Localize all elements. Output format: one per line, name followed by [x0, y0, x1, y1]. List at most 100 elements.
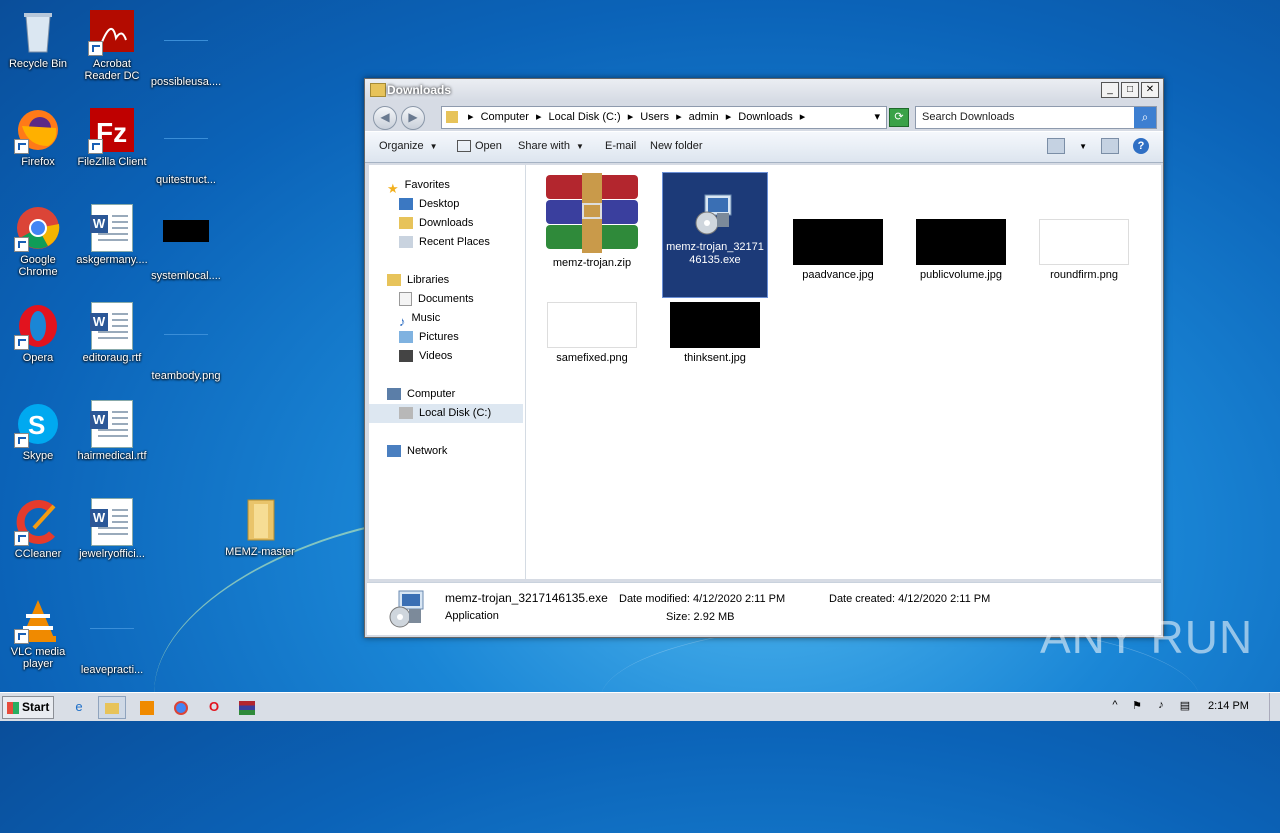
- shortcut-arrow-icon: [14, 237, 29, 252]
- email-button[interactable]: E-mail: [605, 140, 636, 152]
- nav-documents[interactable]: Documents: [399, 290, 474, 309]
- show-desktop-button[interactable]: [1269, 693, 1280, 721]
- desktop-icon-chrome[interactable]: Google Chrome: [0, 204, 76, 278]
- navigation-pane: ★ Favorites Desktop Downloads Recent Plac…: [369, 165, 526, 579]
- desktop-icon-skype[interactable]: S Skype: [0, 400, 76, 462]
- desktop-icon-recycle-bin[interactable]: Recycle Bin: [0, 8, 76, 70]
- start-button[interactable]: Start: [2, 696, 54, 719]
- explorer-taskbar-icon[interactable]: [98, 696, 126, 719]
- title-bar[interactable]: Downloads _ □ ✕: [365, 79, 1163, 101]
- nav-favorites[interactable]: ★ Favorites: [387, 176, 450, 196]
- desktop-icon-jewelryoffici[interactable]: jewelryoffici...: [74, 498, 150, 560]
- word-document-icon: [90, 302, 133, 350]
- chevron-down-icon[interactable]: ▼: [1079, 142, 1087, 151]
- search-input[interactable]: Search Downloads ⌕: [915, 106, 1157, 129]
- desktop-icon-editoraug[interactable]: editoraug.rtf: [74, 302, 150, 364]
- file-item-memz-trojan-exe[interactable]: memz-trojan_3217146135.exe: [662, 172, 768, 298]
- nav-downloads[interactable]: Downloads: [399, 214, 473, 233]
- pictures-icon: [399, 331, 413, 344]
- desktop-icon-filezilla[interactable]: Fz FileZilla Client: [74, 106, 150, 168]
- installer-icon: [385, 587, 429, 634]
- nav-music[interactable]: ♪ Music: [399, 309, 440, 329]
- details-size: Size: 2.92 MB: [666, 611, 735, 623]
- back-button[interactable]: ◀: [373, 106, 397, 130]
- desktop-icon-firefox[interactable]: Firefox: [0, 106, 76, 168]
- open-icon: [457, 140, 471, 153]
- address-bar[interactable]: ▸ Computer ▸ Local Disk (C:) ▸ Users ▸ a…: [441, 106, 887, 129]
- installer-icon: [691, 189, 739, 237]
- breadcrumb-downloads[interactable]: Downloads: [738, 111, 792, 123]
- skype-icon: S: [14, 400, 62, 448]
- nav-pictures[interactable]: Pictures: [399, 328, 459, 347]
- desktop-icon-possibleusa[interactable]: possibleusa....: [148, 8, 224, 88]
- opera-icon: [14, 302, 62, 350]
- preview-pane-icon[interactable]: [1101, 138, 1119, 154]
- breadcrumb-computer[interactable]: Computer: [481, 111, 529, 123]
- internet-explorer-icon[interactable]: e: [66, 696, 92, 717]
- image-thumbnail-icon: [163, 220, 209, 242]
- word-document-icon: [90, 498, 133, 546]
- nav-network[interactable]: Network: [387, 442, 447, 461]
- show-hidden-icons-icon[interactable]: ^: [1108, 699, 1122, 713]
- desktop-icon-leavepracti[interactable]: leavepracti...: [74, 596, 150, 676]
- organize-button[interactable]: Organize ▼: [379, 140, 438, 152]
- desktop-icon-vlc[interactable]: VLC media player: [0, 596, 76, 670]
- desktop-icon-teambody[interactable]: teambody.png: [148, 302, 224, 382]
- anyrun-watermark: ANY RUN: [1040, 611, 1254, 663]
- nav-videos[interactable]: Videos: [399, 347, 452, 366]
- file-item-roundfirm-png[interactable]: roundfirm.png: [1032, 219, 1136, 282]
- details-filename: memz-trojan_3217146135.exe: [445, 591, 608, 605]
- open-button[interactable]: Open: [457, 140, 502, 153]
- volume-icon[interactable]: ♪: [1154, 699, 1168, 713]
- view-options-icon[interactable]: [1047, 138, 1066, 154]
- file-item-samefixed-png[interactable]: samefixed.png: [540, 302, 644, 365]
- close-button[interactable]: ✕: [1141, 82, 1159, 98]
- file-item-publicvolume-jpg[interactable]: publicvolume.jpg: [909, 219, 1013, 282]
- network-tray-icon[interactable]: ▤: [1178, 699, 1192, 713]
- vlc-icon: [14, 596, 62, 644]
- new-folder-button[interactable]: New folder: [650, 140, 703, 152]
- shortcut-arrow-icon: [14, 433, 29, 448]
- forward-button[interactable]: ▶: [401, 106, 425, 130]
- nav-computer[interactable]: Computer: [387, 385, 455, 404]
- desktop-icon-askgermany[interactable]: askgermany....: [74, 204, 150, 266]
- nav-local-disk[interactable]: Local Disk (C:): [369, 404, 523, 423]
- file-item-thinksent-jpg[interactable]: thinksent.jpg: [663, 302, 767, 365]
- chrome-icon[interactable]: [168, 696, 194, 717]
- share-with-button[interactable]: Share with ▼: [518, 140, 584, 152]
- breadcrumb-local-disk[interactable]: Local Disk (C:): [549, 111, 621, 123]
- desktop-icon-systemlocal[interactable]: systemlocal....: [148, 204, 224, 282]
- chevron-down-icon: ▼: [575, 142, 584, 151]
- desktop-icon-quitestruct[interactable]: quitestruct...: [148, 106, 224, 186]
- folder-icon: [236, 496, 284, 544]
- desktop-icon-opera[interactable]: Opera: [0, 302, 76, 364]
- chevron-down-icon[interactable]: ▾: [874, 107, 880, 128]
- media-player-icon[interactable]: [134, 696, 160, 717]
- nav-recent-places[interactable]: Recent Places: [399, 233, 490, 252]
- maximize-button[interactable]: □: [1121, 82, 1139, 98]
- search-icon[interactable]: ⌕: [1134, 107, 1156, 128]
- file-item-memz-trojan-zip[interactable]: memz-trojan.zip: [540, 173, 644, 270]
- desktop-icon-memz-master[interactable]: MEMZ-master: [222, 496, 298, 558]
- clock[interactable]: 2:14 PM: [1208, 700, 1249, 712]
- desktop-icon-hairmedical[interactable]: hairmedical.rtf: [74, 400, 150, 462]
- network-icon: [387, 445, 401, 458]
- minimize-button[interactable]: _: [1101, 82, 1119, 98]
- chevron-down-icon: ▼: [429, 142, 438, 151]
- winrar-icon[interactable]: [234, 696, 260, 717]
- file-item-paadvance-jpg[interactable]: paadvance.jpg: [786, 219, 890, 282]
- windows-logo-icon: [7, 701, 19, 714]
- desktop-icon-acrobat[interactable]: Acrobat Reader DC: [74, 8, 150, 82]
- nav-desktop[interactable]: Desktop: [399, 195, 459, 214]
- help-icon[interactable]: ?: [1133, 138, 1149, 154]
- desktop-icon-ccleaner[interactable]: CCleaner: [0, 498, 76, 560]
- image-thumbnail-icon: [547, 302, 637, 348]
- breadcrumb-users[interactable]: Users: [640, 111, 669, 123]
- action-center-icon[interactable]: ⚑: [1130, 699, 1144, 713]
- breadcrumb-admin[interactable]: admin: [689, 111, 719, 123]
- image-thumbnail-icon: [164, 26, 208, 41]
- explorer-window: Downloads _ □ ✕ ◀ ▶ ▸ Computer ▸ Local D…: [364, 78, 1164, 638]
- nav-libraries[interactable]: Libraries: [387, 271, 449, 290]
- opera-icon[interactable]: O: [201, 696, 227, 717]
- refresh-button[interactable]: ⟳: [889, 108, 909, 127]
